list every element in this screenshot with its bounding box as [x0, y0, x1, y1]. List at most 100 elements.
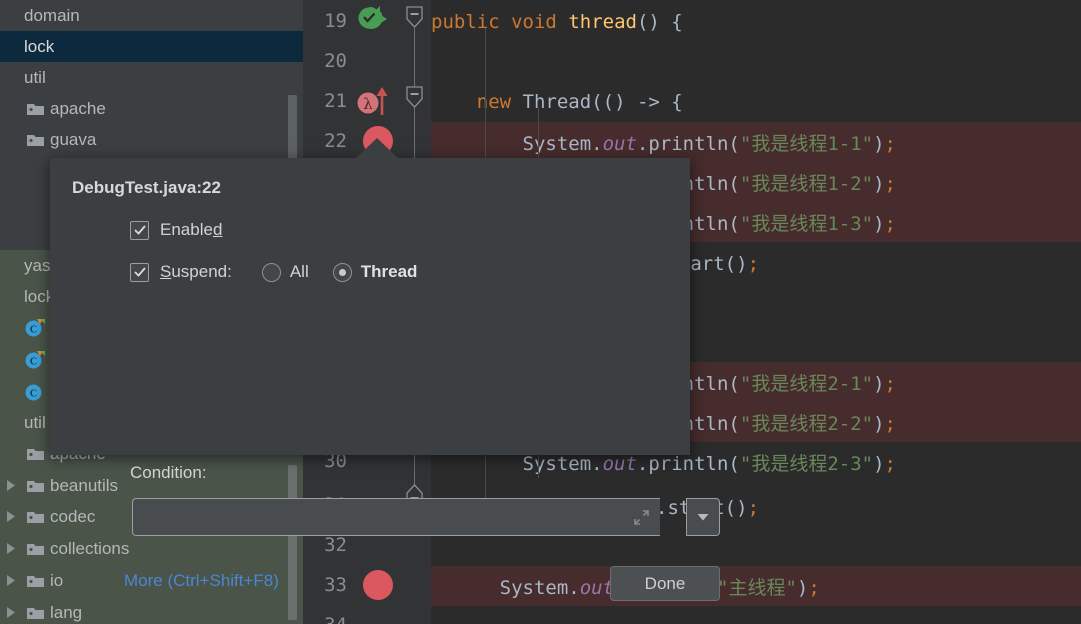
- line-number-21: 21: [324, 90, 347, 112]
- class-runnable-icon: C: [25, 350, 45, 368]
- suspend-checkbox[interactable]: [130, 262, 149, 282]
- tree-item-label: lang: [50, 602, 83, 622]
- tree-item-collections[interactable]: collections: [0, 533, 303, 564]
- lambda-icon[interactable]: λ: [356, 84, 394, 118]
- tree-item-label: beanutils: [50, 475, 119, 495]
- code-line-34[interactable]: [431, 606, 1081, 624]
- line-number-19: 19: [324, 10, 347, 32]
- folder-icon: [26, 543, 44, 555]
- run-coverage-icon[interactable]: [356, 4, 390, 36]
- class-icon-slot: C: [22, 350, 48, 370]
- sidebar-scrollbar-thumb-lower[interactable]: [288, 465, 297, 620]
- tree-item-domain[interactable]: domain: [0, 0, 303, 31]
- radio-thread-circle[interactable]: [332, 262, 352, 282]
- radio-thread-label: Thread: [360, 262, 418, 281]
- tree-item-guava[interactable]: guava: [0, 124, 303, 155]
- class-icon-slot: C: [22, 382, 48, 402]
- enabled-checkbox-row[interactable]: Enabled: [130, 220, 222, 240]
- tree-expand-arrow[interactable]: [0, 606, 22, 619]
- tree-item-label: guava: [50, 129, 97, 149]
- line-number-32: 32: [324, 534, 347, 556]
- svg-text:C: C: [30, 388, 37, 399]
- code-text-19: public void thread() {: [431, 11, 683, 33]
- svg-text:C: C: [30, 324, 37, 335]
- line-number-33: 33: [324, 574, 347, 596]
- check-icon: [133, 225, 146, 235]
- tree-expand-arrow[interactable]: [0, 574, 22, 587]
- check-icon: [133, 267, 146, 277]
- ide-window: domainlockutil apache guavayashitalock C…: [0, 0, 1081, 624]
- chevron-down-icon: [697, 514, 709, 521]
- tree-item-label: util: [24, 67, 46, 87]
- code-line-33[interactable]: System.out.println("主线程");: [431, 566, 1081, 606]
- radio-thread[interactable]: Thread: [332, 262, 418, 282]
- class-icon: C: [25, 384, 42, 400]
- condition-input[interactable]: [132, 498, 660, 536]
- popup-title: DebugTest.java:22: [72, 178, 221, 197]
- expand-arrow-icon[interactable]: [5, 542, 17, 555]
- expand-icon[interactable]: [632, 508, 651, 527]
- done-button[interactable]: Done: [610, 566, 720, 601]
- tree-expand-arrow[interactable]: [0, 542, 22, 555]
- expand-arrow-icon[interactable]: [5, 606, 17, 619]
- enabled-checkbox[interactable]: [130, 220, 149, 240]
- tree-item-label: apache: [50, 98, 106, 118]
- tree-item-label: collections: [50, 538, 130, 558]
- tree-item-label: lock: [24, 36, 55, 56]
- tree-expand-arrow[interactable]: [0, 510, 22, 523]
- folder-icon-slot: [22, 509, 48, 525]
- folder-icon: [26, 134, 44, 146]
- folder-icon-slot: [22, 605, 48, 621]
- code-line-21[interactable]: new Thread(() -> {: [431, 82, 1081, 122]
- folder-icon-slot: [22, 446, 48, 462]
- tree-item-apache[interactable]: apache: [0, 93, 303, 124]
- tree-item-label: util: [24, 412, 46, 432]
- class-icon-slot: C: [22, 318, 48, 338]
- expand-arrow-icon[interactable]: [5, 479, 17, 492]
- tree-item-lock[interactable]: lock: [0, 31, 303, 62]
- folder-icon-slot: [22, 132, 48, 148]
- code-line-19[interactable]: public void thread() {: [431, 2, 1081, 42]
- tree-item-label: io: [50, 570, 64, 590]
- folder-icon: [26, 448, 44, 460]
- fold-marker-open[interactable]: [406, 86, 423, 108]
- expand-arrow-icon[interactable]: [5, 510, 17, 523]
- breakpoint-icon-line33[interactable]: [361, 568, 395, 602]
- folder-icon: [26, 511, 44, 523]
- folder-icon-slot: [22, 573, 48, 589]
- suspend-row[interactable]: Suspend: All Thread: [130, 262, 417, 282]
- line-number-34: 34: [311, 614, 347, 624]
- tree-item-lang[interactable]: lang: [0, 597, 303, 624]
- more-settings-link[interactable]: More (Ctrl+Shift+F8): [124, 571, 279, 591]
- svg-text:λ: λ: [363, 95, 373, 113]
- code-text-21: new Thread(() -> {: [476, 91, 683, 113]
- tree-item-label: domain: [24, 5, 80, 25]
- folder-icon: [26, 607, 44, 619]
- folder-icon-slot: [22, 541, 48, 557]
- folder-icon: [26, 103, 44, 115]
- expand-arrow-icon[interactable]: [5, 574, 17, 587]
- radio-all-label: All: [289, 262, 309, 281]
- folder-icon: [26, 480, 44, 492]
- radio-selected-dot: [338, 268, 346, 276]
- svg-text:C: C: [30, 356, 37, 367]
- code-text-22: System.out.println("我是线程1-1");: [522, 132, 896, 155]
- tree-item-util[interactable]: util: [0, 62, 303, 93]
- suspend-label: Suspend:: [160, 262, 232, 281]
- tree-item-label: codec: [50, 506, 96, 526]
- code-line-22[interactable]: System.out.println("我是线程1-1");: [431, 122, 1081, 162]
- radio-all[interactable]: All: [261, 262, 309, 282]
- class-runnable-icon: C: [25, 318, 45, 336]
- radio-all-circle[interactable]: [261, 262, 281, 282]
- condition-dropdown-button[interactable]: [686, 498, 720, 536]
- folder-icon: [26, 575, 44, 587]
- folder-icon-slot: [22, 478, 48, 494]
- line-number-20: 20: [324, 50, 347, 72]
- condition-label: Condition:: [130, 463, 207, 482]
- folder-icon-slot: [22, 101, 48, 117]
- popup-pointer-arrow: [355, 138, 399, 159]
- fold-marker-open[interactable]: [406, 6, 423, 28]
- tree-expand-arrow[interactable]: [0, 479, 22, 492]
- code-line-20[interactable]: [431, 42, 1081, 82]
- breakpoint-settings-popup: DebugTest.java:22 Enabled Suspend: All T…: [50, 158, 720, 601]
